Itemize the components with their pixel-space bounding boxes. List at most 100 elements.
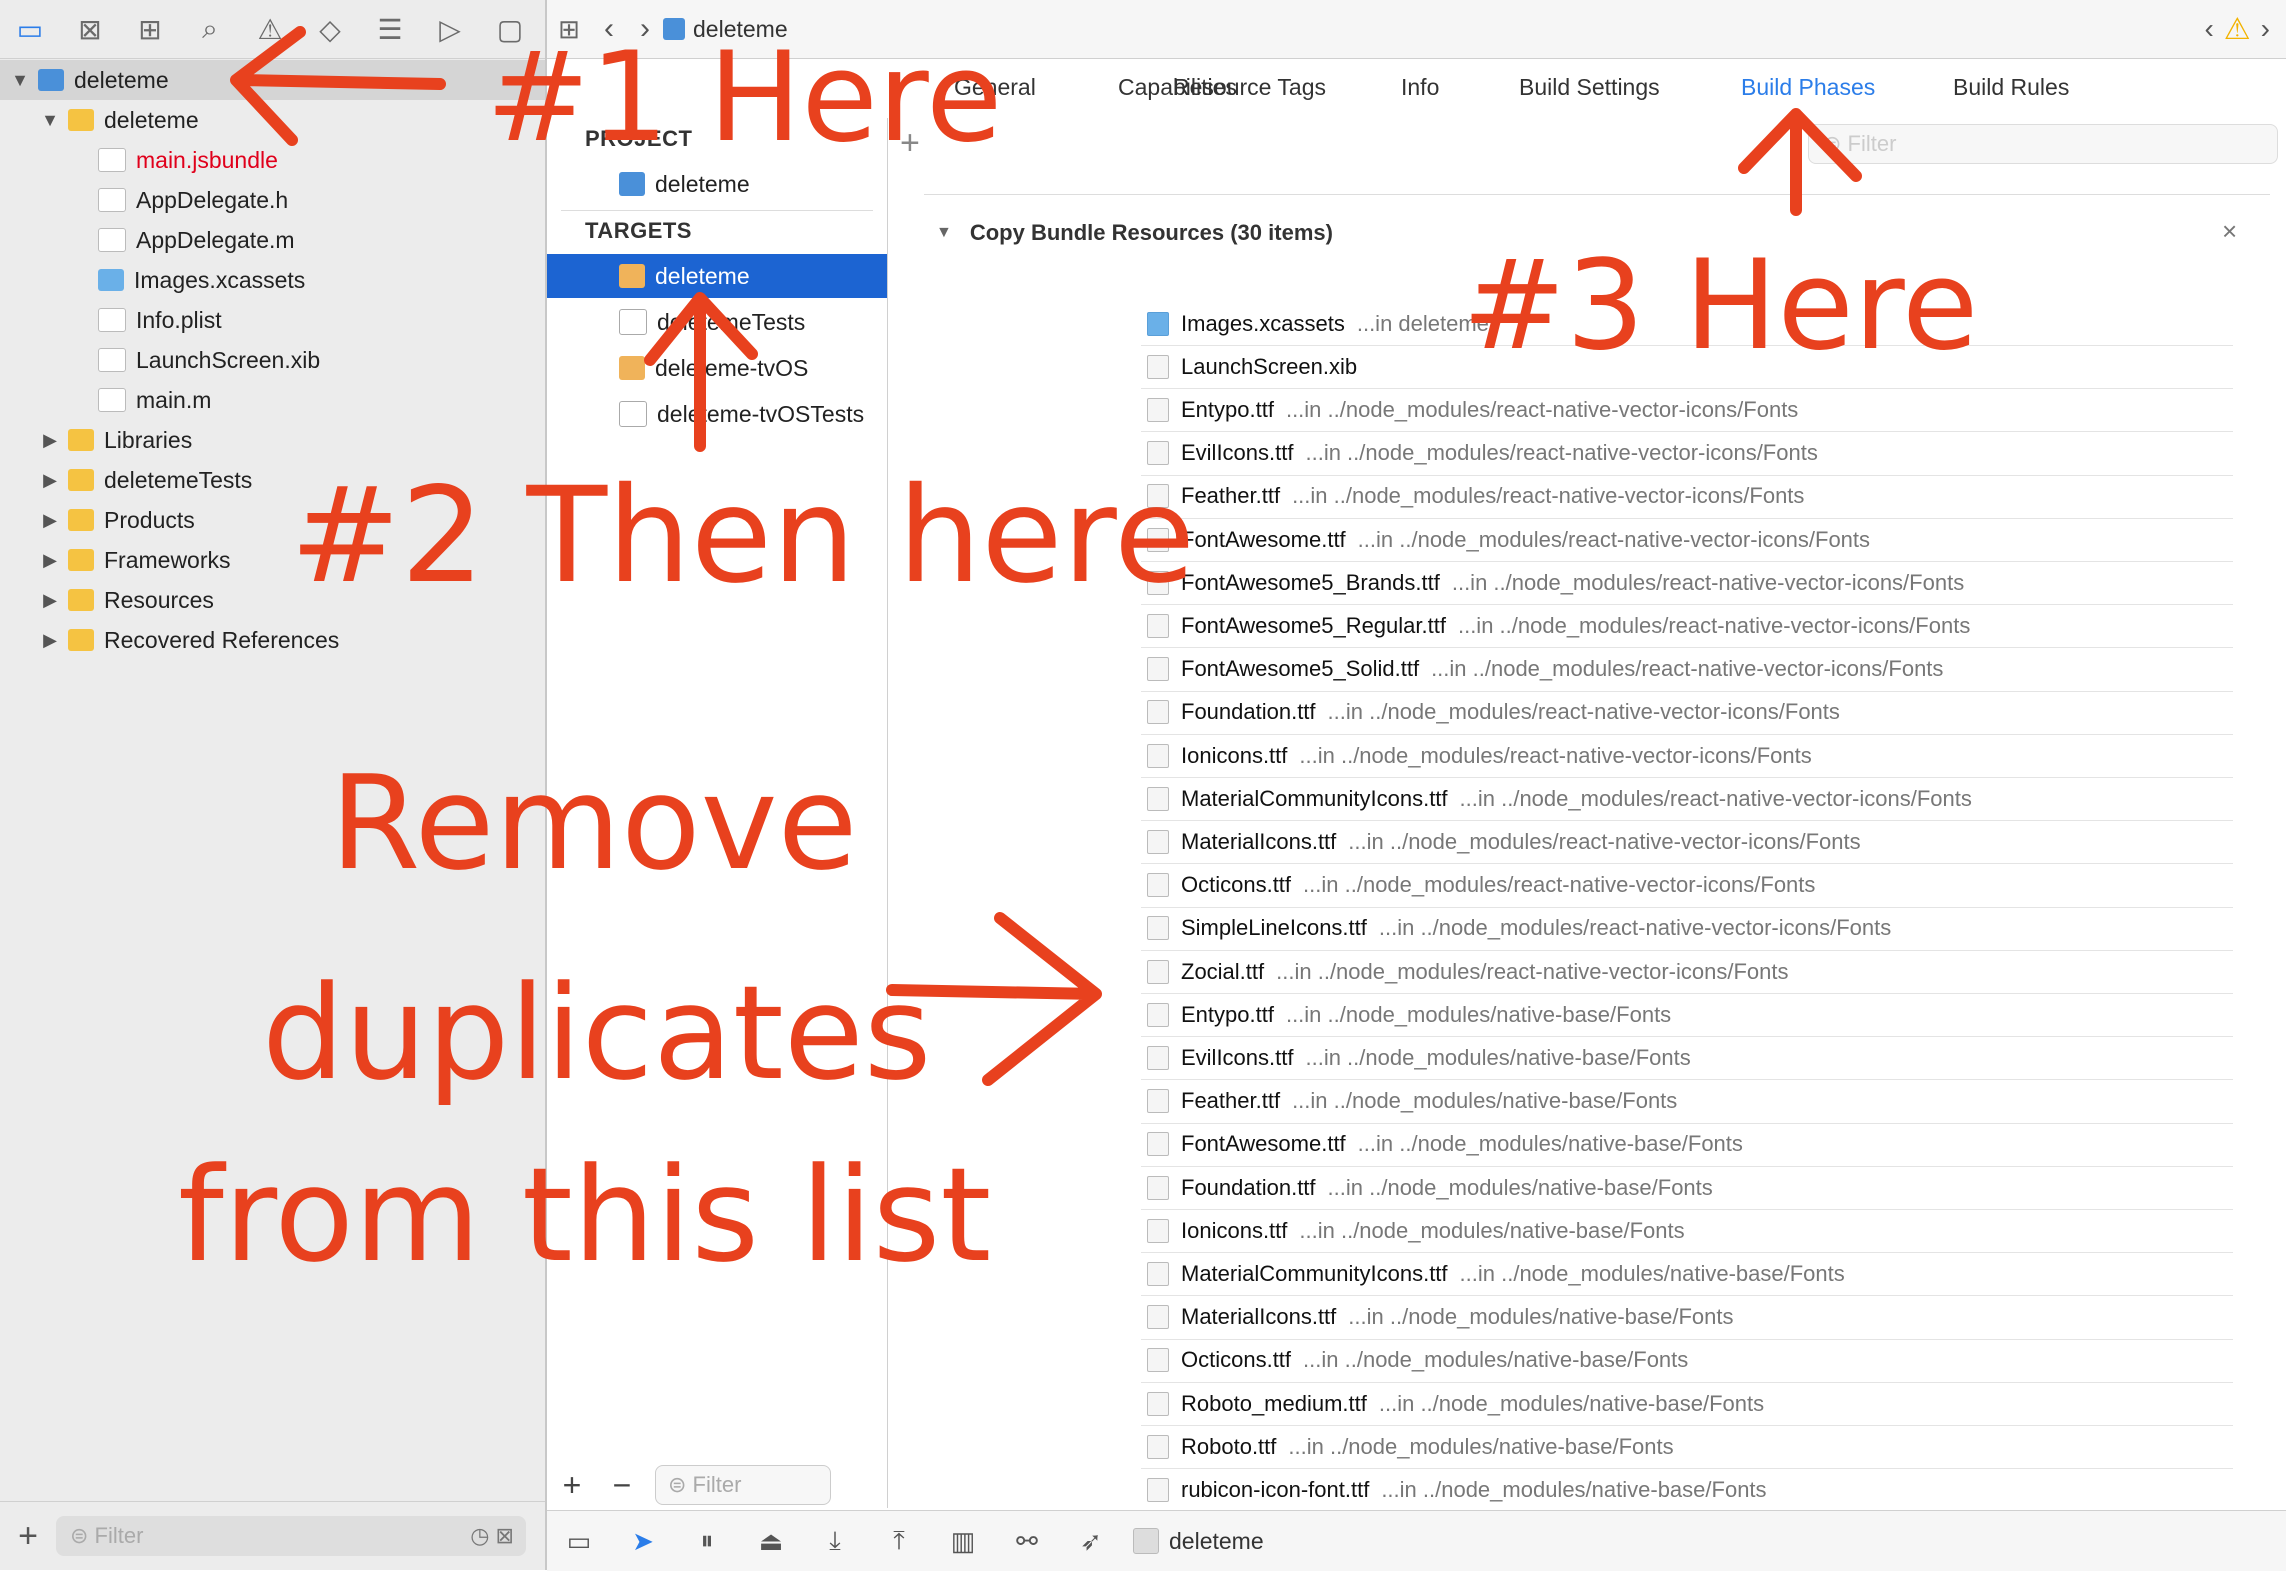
disclosure-triangle-icon[interactable]: ▶	[40, 510, 60, 531]
resource-row[interactable]: EvilIcons.ttf ...in ../node_modules/react…	[1141, 432, 2233, 476]
file-icon	[1147, 354, 1169, 379]
pause-icon[interactable]: ⏸	[675, 1525, 739, 1557]
disclosure-triangle-icon[interactable]: ▶	[40, 630, 60, 651]
tab-resource-tags[interactable]: Resource Tags	[1173, 74, 1326, 101]
resource-row[interactable]: Ionicons.ttf ...in ../node_modules/native…	[1141, 1209, 2233, 1254]
disclosure-triangle-icon[interactable]: ▶	[40, 590, 60, 611]
hide-debug-area-icon[interactable]: ▭	[547, 1526, 611, 1557]
resource-name: Images.xcassets	[1181, 310, 1345, 336]
resource-row[interactable]: Feather.ttf ...in ../node_modules/native-…	[1141, 1080, 2233, 1124]
tree-item[interactable]: main.m	[0, 380, 545, 420]
x-square-icon[interactable]: ⊠	[60, 0, 120, 58]
build-phases-toolbar: + ⊜ Filter	[888, 118, 2286, 168]
resource-row[interactable]: FontAwesome5_Brands.ttf ...in ../node_mod…	[1141, 561, 2233, 606]
resource-row[interactable]: Octicons.ttf ...in ../node_modules/native…	[1141, 1339, 2233, 1383]
tree-item[interactable]: AppDelegate.h	[0, 180, 545, 220]
diamond-icon[interactable]: ◇	[300, 0, 360, 58]
close-phase-button[interactable]: ×	[2222, 216, 2237, 247]
hierarchy-icon[interactable]: ⊞	[120, 0, 180, 58]
disclosure-triangle-icon[interactable]: ▶	[40, 430, 60, 451]
resource-location: ...in ../node_modules/native-base/Fonts	[1305, 1044, 1691, 1070]
disclosure-triangle-icon[interactable]: ▶	[40, 470, 60, 491]
warning-icon[interactable]: ⚠	[240, 0, 300, 58]
disclosure-triangle-icon[interactable]: ▼	[936, 224, 952, 242]
resource-row[interactable]: rubicon-icon-font.ttf ...in ../node_modul…	[1141, 1468, 2233, 1513]
next-issue-button[interactable]: ›	[2261, 13, 2270, 45]
tree-item[interactable]: ▼ deleteme	[0, 60, 545, 100]
resource-row[interactable]: MaterialIcons.ttf ...in ../node_modules/n…	[1141, 1296, 2233, 1340]
target-item[interactable]: deleteme	[547, 254, 887, 298]
app-icon	[1133, 1528, 1159, 1554]
tab-build-rules[interactable]: Build Rules	[1953, 74, 2069, 101]
disclosure-triangle-icon[interactable]: ▼	[10, 70, 30, 91]
resource-row[interactable]: Octicons.ttf ...in ../node_modules/react-…	[1141, 864, 2233, 908]
tag-icon[interactable]: ▷	[420, 0, 480, 58]
recent-files-icon[interactable]: ◷ ⊠	[470, 1523, 514, 1549]
remove-target-button[interactable]: −	[597, 1467, 647, 1504]
disclosure-triangle-icon[interactable]: ▶	[40, 550, 60, 571]
resource-location: ...in ../node_modules/native-base/Fonts	[1288, 1433, 1674, 1459]
resource-row[interactable]: Foundation.ttf ...in ../node_modules/nati…	[1141, 1166, 2233, 1210]
resource-row[interactable]: MaterialCommunityIcons.ttf ...in ../node_…	[1141, 777, 2233, 822]
tree-item[interactable]: LaunchScreen.xib	[0, 340, 545, 380]
tree-item[interactable]: ▶ Recovered References	[0, 620, 545, 660]
tree-item-label: AppDelegate.m	[136, 226, 295, 253]
targets-filter-field[interactable]: ⊜ Filter	[655, 1465, 831, 1505]
location-icon[interactable]: ➶	[1059, 1526, 1123, 1557]
tree-item-label: Frameworks	[104, 546, 231, 573]
view-hierarchy-icon[interactable]: ▥	[931, 1526, 995, 1557]
tree-item[interactable]: AppDelegate.m	[0, 220, 545, 260]
resource-row[interactable]: Foundation.ttf ...in ../node_modules/reac…	[1141, 691, 2233, 735]
copy-bundle-resources-header[interactable]: ▼ Copy Bundle Resources (30 items)	[936, 220, 1333, 246]
target-item[interactable]: deleteme-tvOS	[547, 346, 887, 390]
tab-info[interactable]: Info	[1401, 74, 1439, 101]
resource-row[interactable]: FontAwesome5_Solid.ttf ...in ../node_modu…	[1141, 648, 2233, 692]
resource-row[interactable]: FontAwesome5_Regular.ttf ...in ../node_mo…	[1141, 604, 2233, 649]
target-item[interactable]: deleteme-tvOSTests	[547, 392, 887, 436]
navigator-filter-field[interactable]: ⊜ Filter ◷ ⊠	[56, 1516, 526, 1556]
resource-row[interactable]: MaterialIcons.ttf ...in ../node_modules/r…	[1141, 820, 2233, 865]
breakpoints-icon[interactable]: ➤	[611, 1526, 675, 1557]
tab-build-phases[interactable]: Build Phases	[1741, 74, 1875, 101]
add-target-button[interactable]: +	[547, 1467, 597, 1504]
list-icon[interactable]: ☰	[360, 0, 420, 58]
file-icon	[98, 348, 126, 372]
resource-row[interactable]: Entypo.ttf ...in ../node_modules/native-b…	[1141, 993, 2233, 1038]
resource-row[interactable]: FontAwesome.ttf ...in ../node_modules/nat…	[1141, 1123, 2233, 1167]
tree-item[interactable]: Images.xcassets	[0, 260, 545, 300]
resource-row[interactable]: Ionicons.ttf ...in ../node_modules/react-…	[1141, 734, 2233, 778]
tree-item[interactable]: ▼ deleteme	[0, 100, 545, 140]
annotation-remove-line3: from this list	[178, 1139, 992, 1291]
resource-row[interactable]: FontAwesome.ttf ...in ../node_modules/rea…	[1141, 518, 2233, 562]
resource-location: ...in ../node_modules/react-native-vecto…	[1357, 526, 1871, 552]
folder-icon	[68, 549, 94, 571]
resource-row[interactable]: SimpleLineIcons.ttf ...in ../node_modules…	[1141, 907, 2233, 951]
resource-row[interactable]: MaterialCommunityIcons.ttf ...in ../node_…	[1141, 1252, 2233, 1297]
tab-build-settings[interactable]: Build Settings	[1519, 74, 1660, 101]
build-phases-filter-field[interactable]: ⊜ Filter	[1808, 124, 2278, 164]
memory-graph-icon[interactable]: ⚯	[995, 1526, 1059, 1557]
resource-name: Feather.ttf	[1181, 483, 1281, 509]
resource-row[interactable]: Roboto_medium.ttf ...in ../node_modules/n…	[1141, 1382, 2233, 1426]
target-item[interactable]: deletemeTests	[547, 300, 887, 344]
resource-row[interactable]: Zocial.ttf ...in ../node_modules/react-na…	[1141, 950, 2233, 994]
previous-issue-button[interactable]: ‹	[2204, 13, 2213, 45]
resource-row[interactable]: Roboto.ttf ...in ../node_modules/native-b…	[1141, 1425, 2233, 1470]
search-icon[interactable]: ⌕	[180, 0, 240, 58]
step-out-icon[interactable]: ⤒	[867, 1525, 931, 1557]
folder-icon[interactable]: ▭	[0, 0, 60, 58]
step-in-icon[interactable]: ⤓	[803, 1525, 867, 1557]
tree-item[interactable]: Info.plist	[0, 300, 545, 340]
resource-row[interactable]: EvilIcons.ttf ...in ../node_modules/nativ…	[1141, 1036, 2233, 1081]
resource-location: ...in ../node_modules/react-native-vecto…	[1457, 612, 1971, 638]
tree-item[interactable]: main.jsbundle	[0, 140, 545, 180]
add-file-button[interactable]: +	[0, 1517, 56, 1556]
disclosure-triangle-icon[interactable]: ▼	[40, 110, 60, 131]
resource-row[interactable]: Entypo.ttf ...in ../node_modules/react-na…	[1141, 388, 2233, 433]
step-over-icon[interactable]: ⏏	[739, 1526, 803, 1557]
annotation-step2: #2 Then here	[290, 459, 1196, 613]
resource-row[interactable]: Feather.ttf ...in ../node_modules/react-n…	[1141, 475, 2233, 519]
scheme-selector[interactable]: deleteme	[1133, 1528, 1264, 1555]
warning-icon[interactable]: ⚠	[2224, 12, 2251, 47]
tree-item[interactable]: ▶ Libraries	[0, 420, 545, 460]
